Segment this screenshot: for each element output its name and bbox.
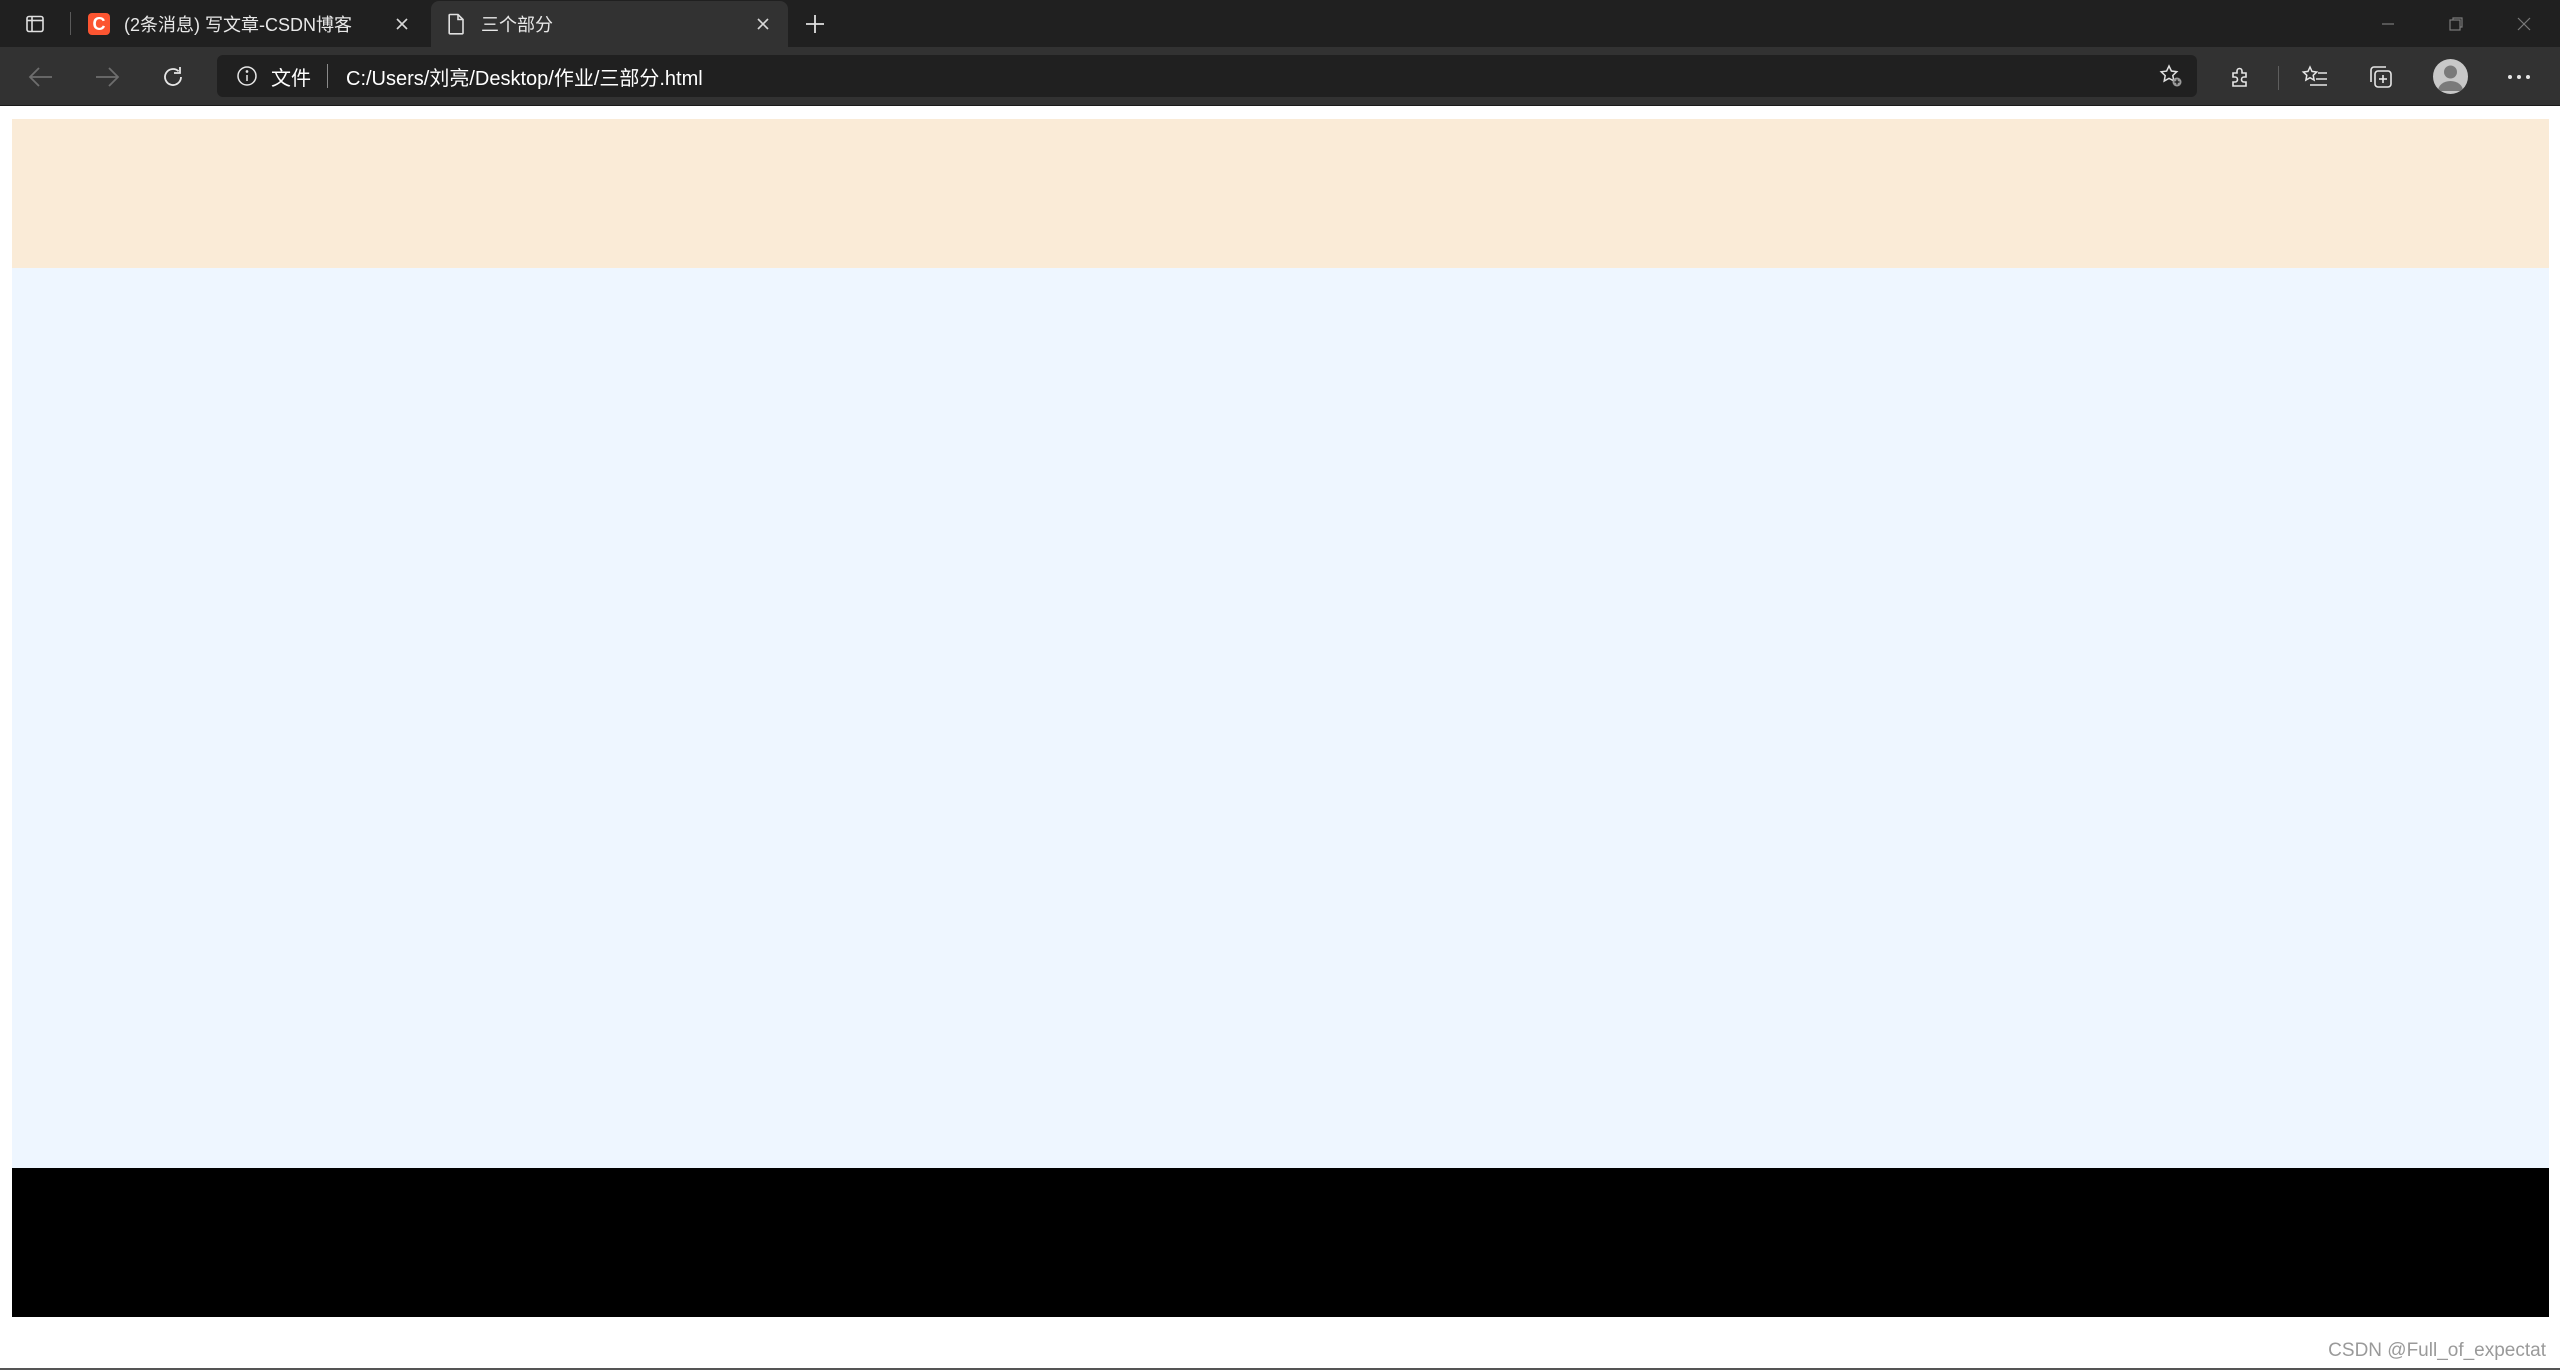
tab-close-button[interactable] [748,9,778,39]
tab-close-button[interactable] [387,9,417,39]
address-bar[interactable]: 文件 C:/Users/刘亮/Desktop/作业/三部分.html [217,55,2197,97]
tab-title: (2条消息) 写文章-CSDN博客 [124,15,352,35]
navigation-bar: 文件 C:/Users/刘亮/Desktop/作业/三部分.html [0,47,2560,106]
header-section [12,119,2549,268]
tab-bar: C (2条消息) 写文章-CSDN博客 三个部分 [0,0,2560,47]
url-text[interactable]: C:/Users/刘亮/Desktop/作业/三部分.html [346,62,703,91]
toolbar-separator [2278,66,2279,90]
back-button[interactable] [22,58,60,96]
minimize-icon [2380,16,2396,32]
tab-actions-icon [25,14,45,34]
address-separator [327,64,328,88]
collections-button[interactable] [2362,58,2400,96]
arrow-right-icon [94,66,120,88]
info-icon[interactable] [235,64,259,88]
csdn-watermark: CSDN @Full_of_expectat [2328,1340,2546,1361]
collections-icon [2367,63,2395,91]
footer-section [12,1168,2549,1317]
tab-title: 三个部分 [481,15,553,35]
arrow-left-icon [28,66,54,88]
file-icon [445,13,467,35]
tab-active-page[interactable]: 三个部分 [431,1,788,47]
page-viewport: CSDN @Full_of_expectat [0,106,2560,1370]
csdn-logo-icon: C [88,13,110,35]
restore-button[interactable] [2422,0,2490,47]
star-plus-icon[interactable] [2157,62,2185,90]
refresh-icon [160,64,186,90]
puzzle-icon [2228,64,2254,90]
avatar[interactable] [2433,59,2468,94]
tab-actions-button[interactable] [18,8,52,39]
favorites-button[interactable] [2296,58,2334,96]
ellipsis-icon [2507,74,2531,80]
restore-icon [2448,16,2464,32]
main-section [12,268,2549,1168]
minimize-button[interactable] [2354,0,2422,47]
site-scheme-label: 文件 [271,67,311,90]
close-icon [2516,16,2532,32]
tab-csdn[interactable]: C (2条消息) 写文章-CSDN博客 [74,1,427,47]
tab-divider [70,12,71,35]
forward-button[interactable] [88,58,126,96]
favorites-star-icon [2301,64,2329,90]
extensions-button[interactable] [2222,58,2260,96]
window-close-button[interactable] [2490,0,2558,47]
refresh-button[interactable] [154,58,192,96]
more-button[interactable] [2500,58,2538,96]
new-tab-button[interactable] [799,8,831,40]
plus-icon [804,13,826,35]
